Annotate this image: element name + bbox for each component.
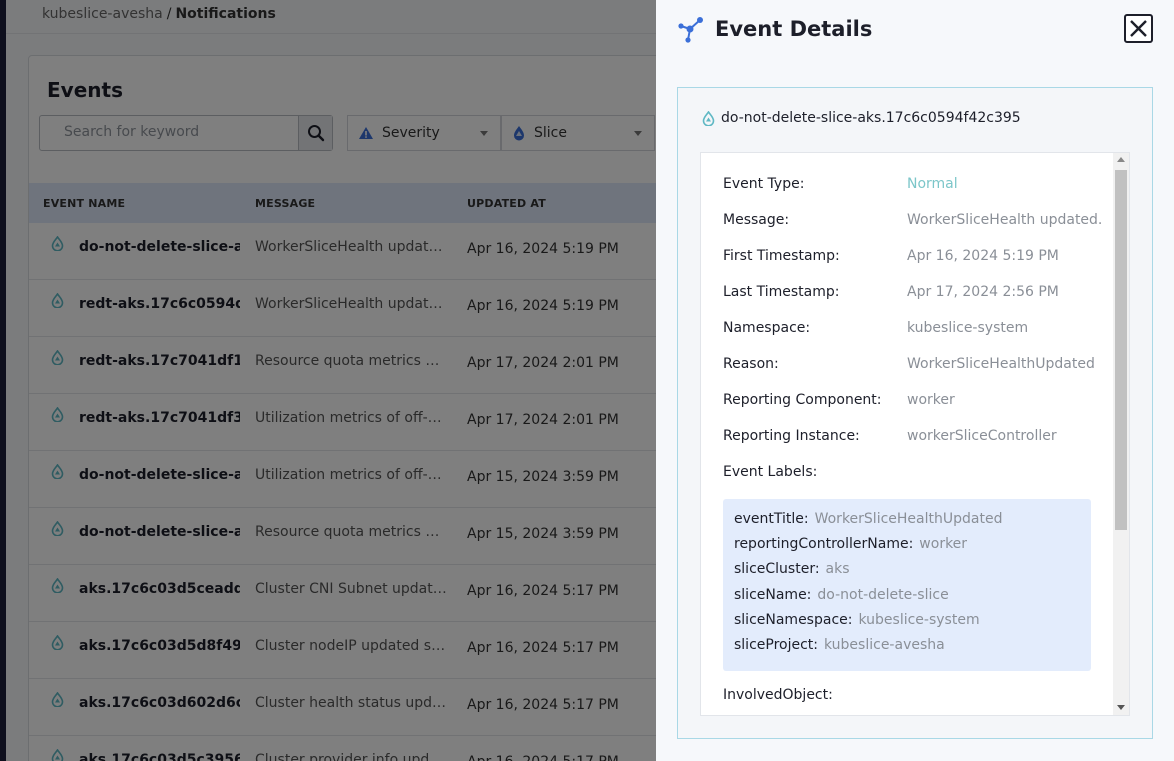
close-button[interactable] bbox=[1124, 14, 1153, 43]
event-label-key: eventTitle: bbox=[734, 511, 809, 527]
detail-field-key: Message: bbox=[723, 212, 790, 228]
detail-field-value: kubeslice-system bbox=[907, 320, 1029, 336]
detail-field-value: Apr 16, 2024 5:19 PM bbox=[907, 248, 1059, 264]
detail-field-value: Normal bbox=[907, 176, 958, 192]
event-label-key: sliceCluster: bbox=[734, 561, 820, 578]
detail-field-value: Apr 17, 2024 2:56 PM bbox=[907, 284, 1059, 300]
event-label-value: kubeslice-system bbox=[858, 611, 980, 628]
detail-field-key: Reporting Instance: bbox=[723, 428, 860, 444]
scrollbar[interactable] bbox=[1113, 153, 1129, 715]
scrollbar-thumb[interactable] bbox=[1115, 170, 1127, 530]
event-label-item: reportingControllerName: worker bbox=[734, 536, 967, 552]
event-label-item: sliceCluster: aks bbox=[734, 561, 850, 577]
detail-field-key: Last Timestamp: bbox=[723, 284, 840, 300]
modal-backdrop[interactable] bbox=[0, 0, 656, 761]
event-details-drawer: Event Details do-not-delete-slice-aks.17… bbox=[656, 0, 1174, 761]
detail-field-key: Event Type: bbox=[723, 176, 805, 192]
event-label-key: sliceProject: bbox=[734, 637, 818, 653]
scroll-down-arrow[interactable] bbox=[1117, 705, 1125, 710]
detail-field-key: Reporting Component: bbox=[723, 392, 882, 408]
detail-field-key: Reason: bbox=[723, 356, 779, 372]
close-icon bbox=[1130, 20, 1147, 37]
detail-field-key: Event Labels: bbox=[723, 464, 818, 480]
event-details-scroll-area[interactable]: Event Type: Normal Message: WorkerSliceHeal… bbox=[700, 152, 1130, 716]
event-label-item: sliceName: do-not-delete-slice bbox=[734, 587, 949, 603]
involved-object-label: InvolvedObject: bbox=[723, 687, 833, 703]
detail-field-key: First Timestamp: bbox=[723, 248, 840, 264]
event-label-value: worker bbox=[919, 536, 968, 553]
event-label-item: eventTitle: WorkerSliceHealthUpdated bbox=[734, 511, 1002, 527]
event-label-value: do-not-delete-slice bbox=[817, 586, 949, 603]
event-label-item: sliceNamespace: kubeslice-system bbox=[734, 612, 980, 628]
event-label-key: sliceName: bbox=[734, 586, 812, 603]
event-label-value: WorkerSliceHealthUpdated bbox=[814, 511, 1003, 527]
event-id: do-not-delete-slice-aks.17c6c0594f42c395 bbox=[721, 110, 1021, 126]
event-label-key: reportingControllerName: bbox=[734, 536, 914, 553]
drawer-title: Event Details bbox=[715, 17, 873, 41]
slice-drop-icon bbox=[702, 110, 715, 126]
detail-field-key: Namespace: bbox=[723, 320, 811, 336]
event-graph-icon bbox=[678, 17, 703, 43]
event-labels-box: eventTitle: WorkerSliceHealthUpdated repor… bbox=[723, 499, 1091, 671]
scroll-up-arrow[interactable] bbox=[1117, 157, 1125, 162]
event-label-value: kubeslice-avesha bbox=[824, 637, 945, 653]
event-label-key: sliceNamespace: bbox=[734, 611, 853, 628]
detail-field-value: worker bbox=[907, 392, 955, 408]
detail-field-value: WorkerSliceHealth updated. bbox=[907, 212, 1103, 228]
event-heading: do-not-delete-slice-aks.17c6c0594f42c395 bbox=[702, 110, 1021, 126]
detail-field-value: WorkerSliceHealthUpdated bbox=[907, 356, 1095, 372]
event-label-item: sliceProject: kubeslice-avesha bbox=[734, 637, 945, 653]
event-details-panel: do-not-delete-slice-aks.17c6c0594f42c395… bbox=[677, 87, 1153, 739]
detail-field-value: workerSliceController bbox=[907, 428, 1057, 444]
event-label-value: aks bbox=[825, 561, 850, 578]
